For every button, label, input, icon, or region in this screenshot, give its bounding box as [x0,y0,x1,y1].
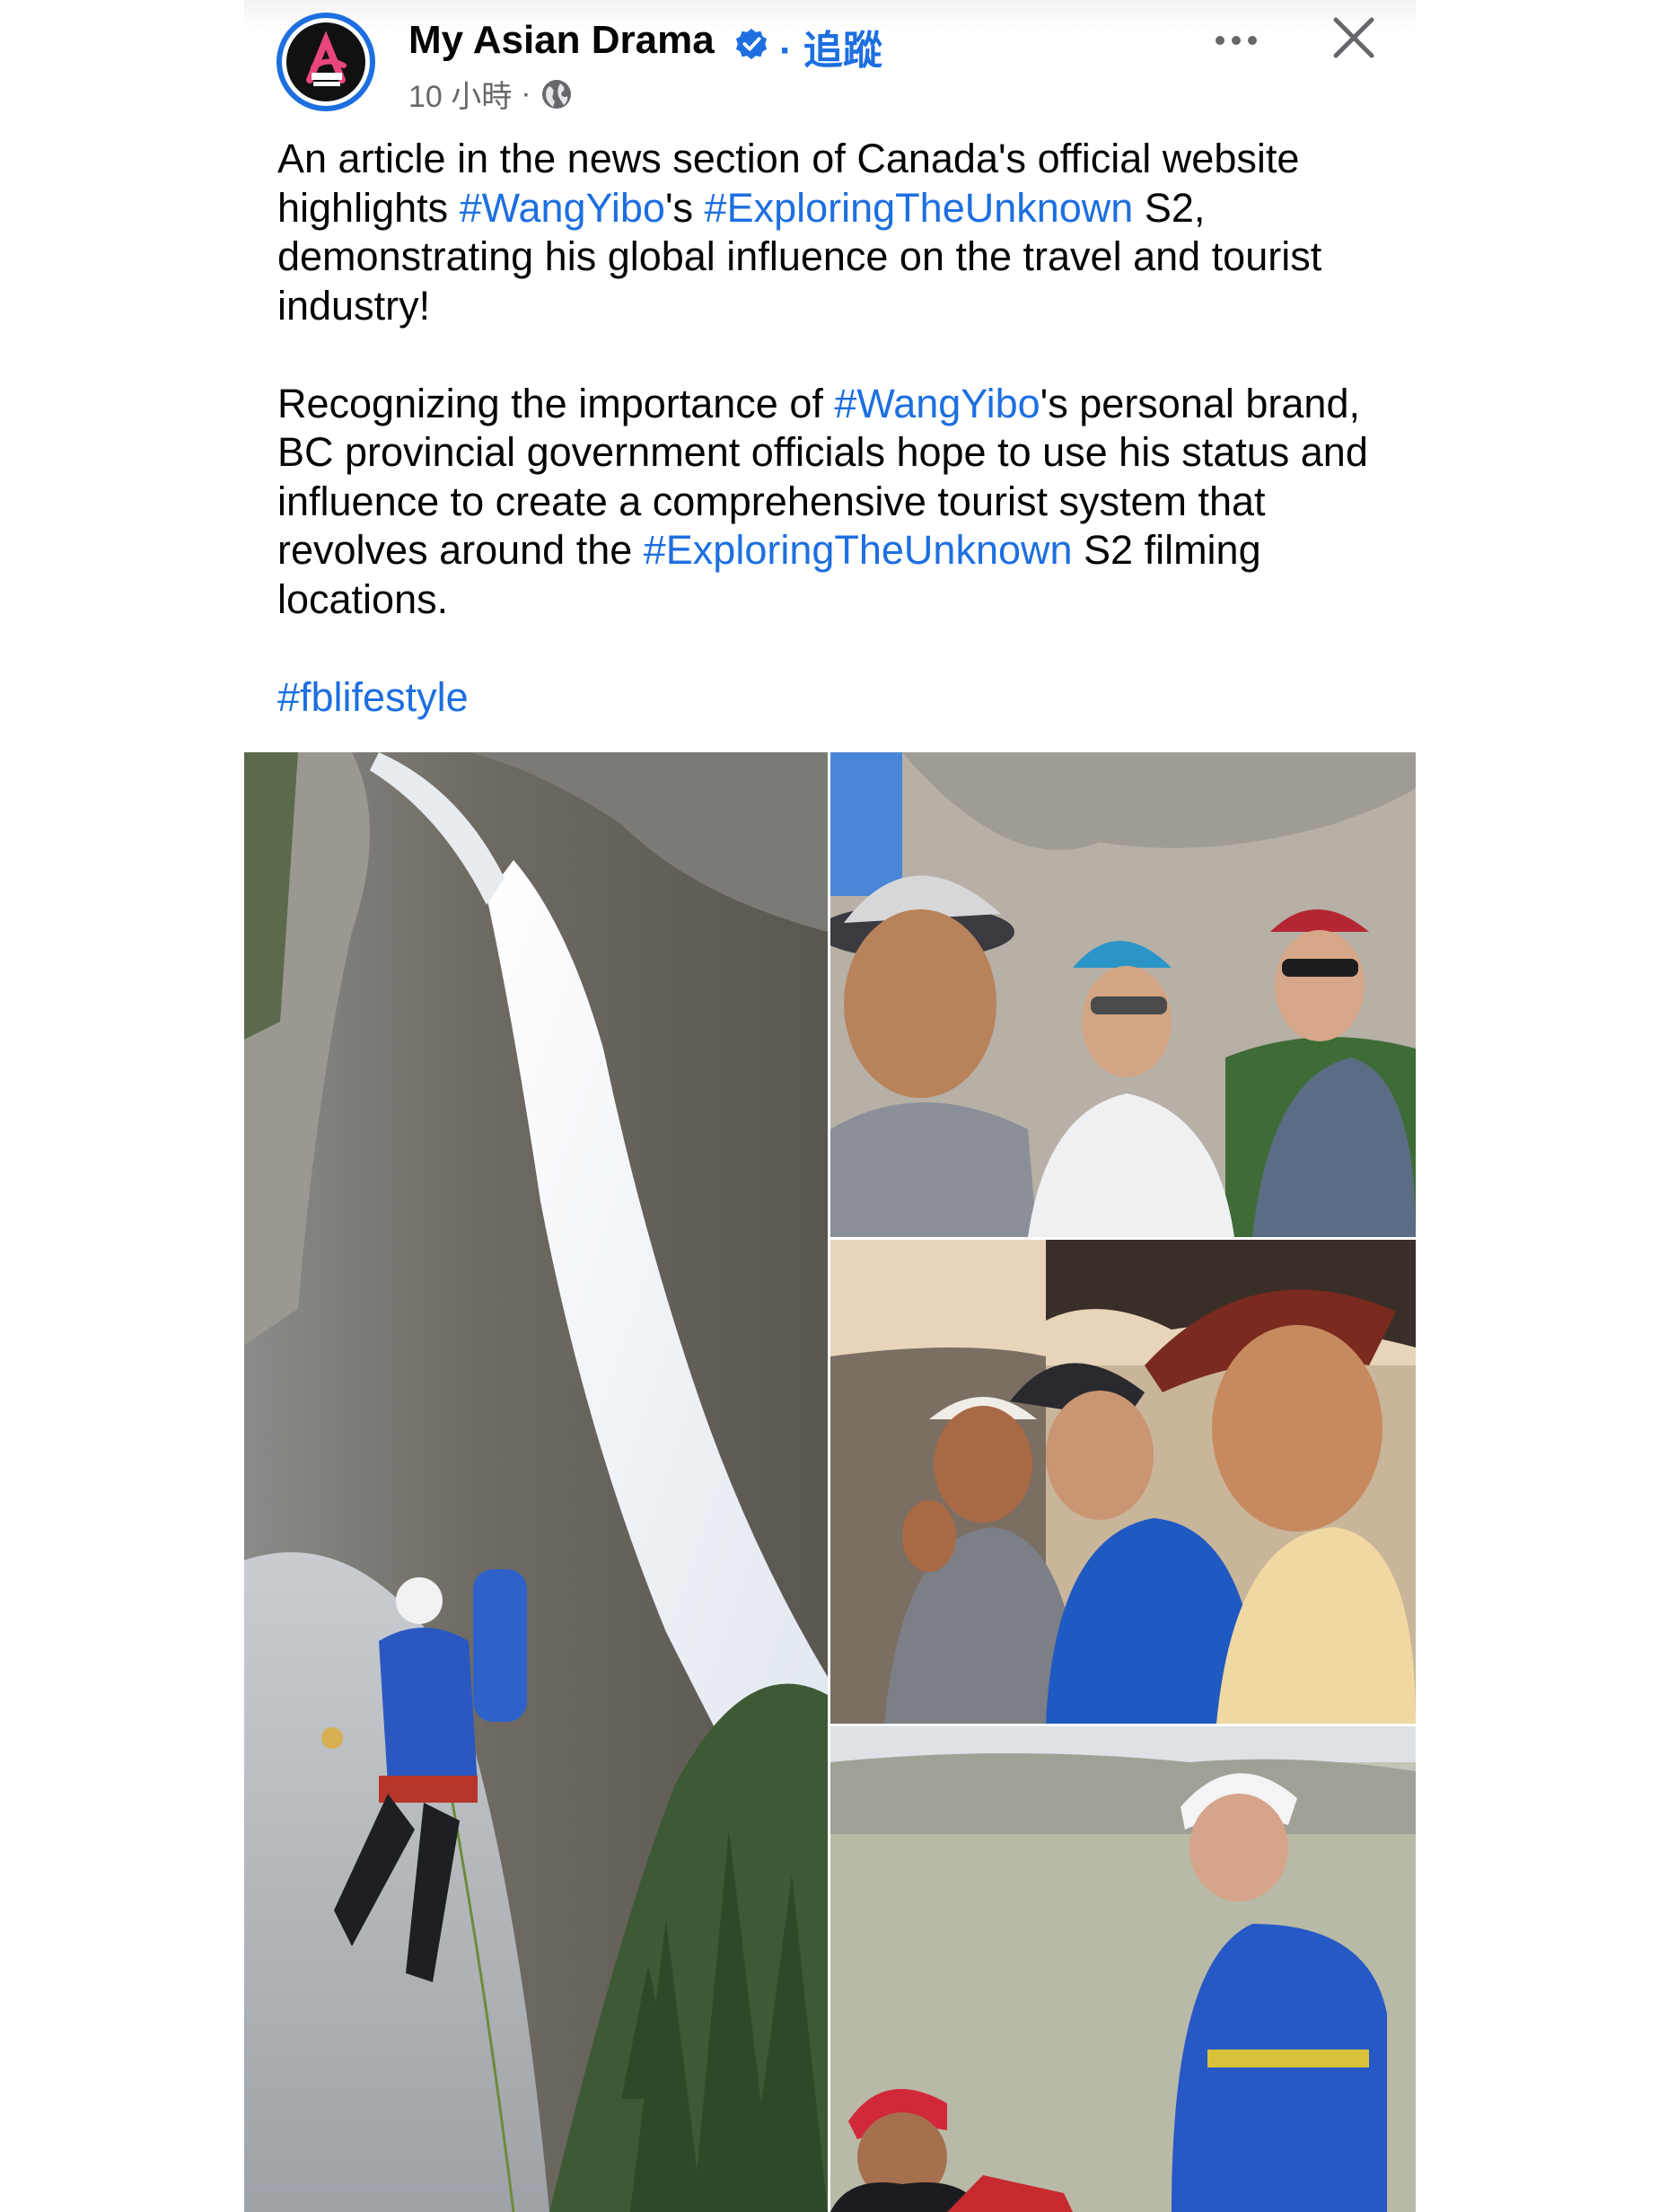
post-text-segment: Recognizing the importance of [277,380,835,426]
page-logo [286,22,365,101]
post-paragraph-3: #fblifestyle [277,673,1400,723]
hashtag-link[interactable]: #fblifestyle [277,674,469,720]
climbers-summit-photo[interactable] [830,1726,1416,2212]
climbers-shaka-photo[interactable] [830,1240,1416,1724]
verified-badge-icon [735,28,768,60]
waterfall-climber-photo[interactable] [244,752,828,2212]
follow-separator: · [779,29,793,73]
post-paragraph-1: An article in the news section of Canada… [277,135,1400,330]
meta-separator: · [521,76,531,110]
close-icon[interactable] [1329,13,1379,63]
globe-icon [541,79,571,109]
post-card: My Asian Drama · 追蹤 10 小時 · An article i… [244,0,1416,2212]
hashtag-link[interactable]: #WangYibo [460,185,665,231]
hashtag-link[interactable]: #ExploringTheUnknown [705,185,1134,231]
three-climbers-selfie-photo[interactable] [830,752,1416,1237]
follow-button[interactable]: · 追蹤 [779,18,882,75]
hashtag-link[interactable]: #WangYibo [834,381,1040,426]
post-timestamp[interactable]: 10 小時 [408,72,512,116]
follow-label: 追蹤 [803,29,882,73]
page-avatar[interactable] [276,13,375,111]
more-horizontal-icon[interactable] [1209,18,1263,63]
post-paragraph-2: Recognizing the importance of #WangYibo'… [277,380,1400,625]
page-name[interactable]: My Asian Drama [408,18,715,63]
post-text: An article in the news section of Canada… [277,135,1400,722]
hashtag-link[interactable]: #ExploringTheUnknown [644,527,1073,573]
post-text-segment: 's [664,184,705,231]
post-meta: 10 小時 · [408,72,573,116]
